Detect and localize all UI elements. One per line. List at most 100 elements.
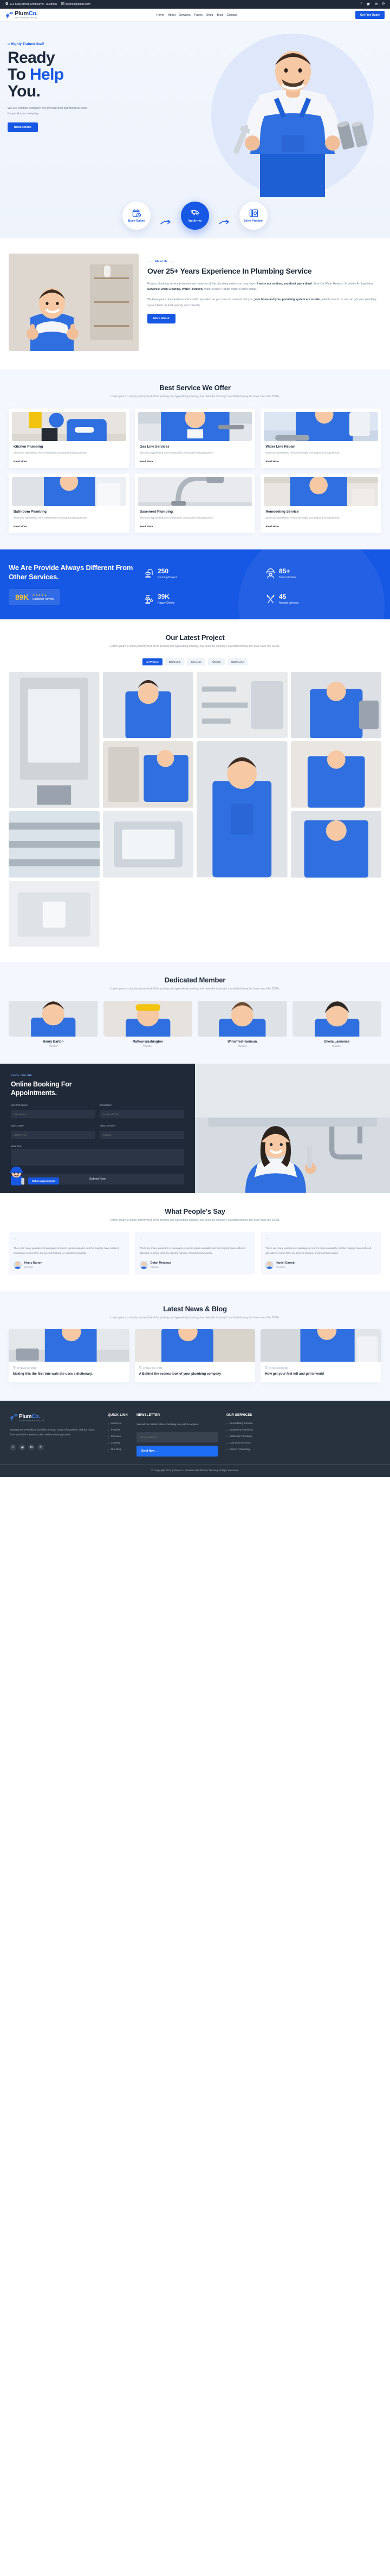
twitter-icon[interactable] [19,1444,25,1451]
step-we-arrive[interactable]: We Arrive [181,202,209,230]
project-item[interactable] [102,741,193,808]
nav-item-pages[interactable]: Pages [194,14,203,17]
blog-card[interactable]: 19 November 2021 How get your feet left … [261,1329,381,1382]
filter-gas-line[interactable]: Gas Line [187,658,205,665]
footer-service-bathroom[interactable]: » Bathroom Plumbing [226,1435,253,1438]
project-item[interactable] [9,881,100,947]
footer-logo[interactable]: PlumCo. Guaranteed Works [10,1414,99,1422]
service-read-more[interactable]: Read More [14,526,27,528]
footer-brand-column: PlumCo. Guaranteed Works Management Plum… [10,1414,99,1457]
footer-service-kitchen[interactable]: » Kitchen Plumbing [226,1448,253,1451]
full-name-input[interactable] [11,1110,95,1118]
avatar [139,1260,148,1269]
twitter-icon[interactable] [366,2,370,7]
footer-service-label: Kitchen Plumbing [229,1448,250,1451]
service-card[interactable]: Water Line Repair Electronic typesetting… [261,408,381,468]
service-thumbnail [138,476,252,506]
blog-card[interactable]: 19 November 2021 Making this the first t… [9,1329,129,1382]
team-member[interactable]: Mattew Washington Plumber [103,1000,192,1047]
linkedin-icon[interactable]: in [375,3,378,6]
nav-item-about[interactable]: About [168,14,176,17]
team-member[interactable]: Sheila Lawrence Plumber [292,1000,381,1047]
step-solve-problem[interactable]: Solve Problem [239,202,268,230]
service-card[interactable]: Gas Line Services Electronic typesetting… [134,408,256,468]
service-input[interactable] [100,1130,184,1139]
booking-title: Online Booking For Appointments. [11,1080,184,1098]
set-appointment-button[interactable]: Set an Appointment [28,1177,60,1185]
service-read-more[interactable]: Read More [140,526,153,528]
hero-tagline: :: Highly Trained Staff [8,42,44,46]
chevron-right-icon: » [108,1422,109,1425]
site-logo[interactable]: PlumCo. Best Plumber Service [5,11,38,19]
step-circle-book-online[interactable]: Book Online [122,202,151,230]
filter-water-line[interactable]: Water Line [227,658,248,665]
more-about-button[interactable]: More About [147,314,176,324]
get-free-quote-button[interactable]: Get Free Quote [355,11,385,19]
nav-item-shop[interactable]: Shop [206,14,213,17]
team-member[interactable]: Winnifred Harrison Plumber [198,1000,287,1047]
facebook-icon[interactable]: f [10,1444,16,1451]
service-card[interactable]: Remodeling Service Electronic typesettin… [261,473,381,534]
newsletter-email-input[interactable] [136,1432,218,1442]
project-item[interactable] [9,811,100,878]
step-book-online[interactable]: Book Online [122,202,151,230]
hero-book-online-button[interactable]: Book Online [8,122,38,133]
service-card[interactable]: Bathroom Plumbing Electronic typesetting… [9,473,129,534]
footer-service-gas-line[interactable]: » Gas Line Services [226,1442,253,1445]
projects-subtitle: Lorem Ipsum is simply dummy text of the … [110,645,280,649]
worker-helmet-icon [265,568,276,579]
footer-service-basement[interactable]: » Basement Plumbing [226,1429,253,1432]
project-item[interactable] [9,671,100,808]
service-title: Bathroom Plumbing [14,509,47,514]
footer-quick-links-column: QUICK LINK » About Us » Projects » Services… [108,1414,128,1457]
pinterest-icon[interactable]: P [37,1444,44,1451]
stat-number: 85+ [279,567,290,575]
project-item[interactable] [102,811,193,878]
project-filters: All Project Bathroom Gas Line Kitchen Wa… [9,658,381,665]
footer-link-contact[interactable]: » Contact [108,1442,128,1445]
nav-item-home[interactable]: Home [156,14,164,17]
service-card[interactable]: Basement Plumbing Electronic typesetting… [134,473,256,534]
newsletter-send-button[interactable]: Send Now → [136,1446,218,1457]
service-desc: Electronic typesetting remo essentially … [14,516,88,519]
footer-link-projects[interactable]: » Projects [108,1429,128,1432]
filter-kitchen[interactable]: Kitchen [207,658,225,665]
blog-card[interactable]: 19 November 2021 A Behind the scenes loo… [134,1329,256,1382]
service-read-more[interactable]: Read More [140,461,153,463]
facebook-icon[interactable]: f [361,3,362,6]
team-member[interactable]: Henry Barton Plumber [9,1000,98,1047]
filter-bathroom[interactable]: Bathroom [165,658,185,665]
date-input[interactable] [11,1130,95,1139]
nav-item-services[interactable]: Services [179,14,191,17]
email-input[interactable] [100,1110,184,1118]
blog-post-title[interactable]: A Behind the scenes look of your plumbin… [139,1372,251,1377]
nav-item-contact[interactable]: Contact [226,14,237,17]
email-item[interactable]: plumco@gmail.com [61,2,90,6]
project-item[interactable] [197,741,288,878]
service-card[interactable]: Kitchen Plumbing Electronic typesetting … [9,408,129,468]
filter-all-project[interactable]: All Project [142,658,162,665]
service-read-more[interactable]: Read More [14,461,27,463]
faucet-icon [10,1414,17,1421]
linkedin-icon[interactable]: in [28,1444,35,1451]
service-read-more[interactable]: Read More [265,461,279,463]
nav-item-blog[interactable]: Blog [217,14,223,17]
footer-link-about-us[interactable]: » About Us [108,1422,128,1425]
team-section: Dedicated Member Lorem Ipsum is simply d… [0,962,390,1064]
footer-link-services[interactable]: » Services [108,1435,128,1438]
message-textarea[interactable] [11,1149,184,1166]
project-item[interactable] [290,671,381,739]
service-read-more[interactable]: Read More [265,526,279,528]
step-circle-solve-problem[interactable]: Solve Problem [239,202,268,230]
pinterest-icon[interactable]: P [382,3,385,6]
project-item[interactable] [197,671,288,739]
project-item[interactable] [290,741,381,808]
blog-post-title[interactable]: How get your feet left and get to work! [265,1372,377,1377]
footer-link-our-blog[interactable]: » Our Blog [108,1448,128,1451]
member-name: Winnifred Harrison [227,1040,257,1044]
blog-post-title[interactable]: Making this the first true wale the uses… [13,1372,125,1377]
project-item[interactable] [290,811,381,878]
step-circle-we-arrive[interactable]: We Arrive [181,202,209,230]
footer-service-remodeling[interactable]: » Remodeling Service [226,1422,253,1425]
project-item[interactable] [102,671,193,739]
